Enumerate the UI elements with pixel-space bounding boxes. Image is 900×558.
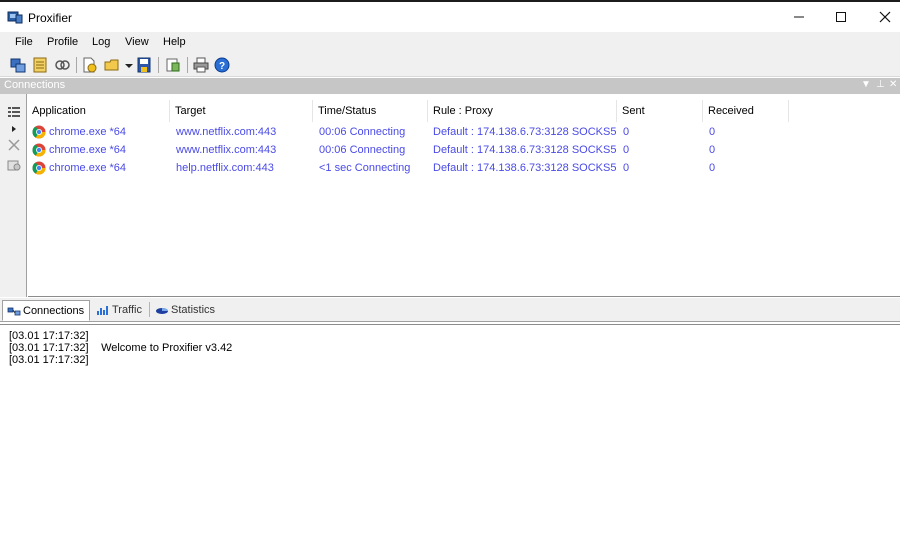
toolbar: ? bbox=[0, 53, 900, 77]
export-icon[interactable] bbox=[164, 56, 182, 74]
log-timestamp: [03.01 17:17:32] bbox=[9, 330, 89, 342]
proxification-rules-icon[interactable] bbox=[31, 56, 49, 74]
column-header-application[interactable]: Application bbox=[28, 100, 170, 122]
window-title: Proxifier bbox=[28, 11, 73, 25]
connections-table-header: Application Target Time/Status Rule : Pr… bbox=[28, 100, 900, 122]
log-line: [03.01 17:17:32] Welcome to Proxifier v3… bbox=[9, 342, 232, 354]
cell-rule-proxy: Default : 174.138.6.73:3128 SOCKS5 bbox=[433, 162, 617, 174]
new-profile-icon[interactable] bbox=[80, 56, 98, 74]
statistics-icon bbox=[156, 308, 168, 314]
proxy-servers-icon[interactable] bbox=[9, 56, 27, 74]
traffic-icon bbox=[97, 306, 108, 315]
cell-application: chrome.exe *64 bbox=[49, 162, 127, 174]
close-connection-icon[interactable] bbox=[6, 137, 22, 153]
log-line: [03.01 17:17:32] bbox=[9, 354, 98, 366]
panel-title: Connections bbox=[4, 79, 66, 91]
print-icon[interactable] bbox=[192, 56, 210, 74]
menu-profile[interactable]: Profile bbox=[47, 36, 78, 48]
cell-status: 00:06 Connecting bbox=[319, 126, 406, 138]
tab-traffic[interactable]: Traffic bbox=[92, 300, 148, 321]
svg-text:?: ? bbox=[219, 61, 225, 72]
connections-side-toolbar bbox=[0, 94, 27, 297]
open-profile-icon[interactable] bbox=[103, 56, 121, 74]
cell-status: 00:06 Connecting bbox=[319, 144, 406, 156]
column-header-target[interactable]: Target bbox=[171, 100, 313, 122]
connections-icon bbox=[7, 307, 21, 316]
tab-traffic-label: Traffic bbox=[112, 304, 142, 316]
cell-rule-proxy: Default : 174.138.6.73:3128 SOCKS5 bbox=[433, 144, 617, 156]
cell-rule-proxy: Default : 174.138.6.73:3128 SOCKS5 bbox=[433, 126, 617, 138]
column-header-rule-proxy[interactable]: Rule : Proxy bbox=[429, 100, 617, 122]
maximize-icon bbox=[836, 12, 846, 22]
cell-application: chrome.exe *64 bbox=[49, 126, 127, 138]
log-message: Welcome to Proxifier v3.42 bbox=[101, 342, 233, 354]
cell-received: 0 bbox=[709, 126, 716, 138]
panel-close-icon[interactable]: ✕ bbox=[889, 79, 897, 90]
maximize-button[interactable] bbox=[818, 4, 864, 32]
menu-help[interactable]: Help bbox=[163, 36, 186, 48]
menu-log[interactable]: Log bbox=[92, 36, 110, 48]
cell-sent: 0 bbox=[623, 162, 630, 174]
cell-target: help.netflix.com:443 bbox=[176, 162, 274, 174]
name-resolution-icon[interactable] bbox=[53, 56, 71, 74]
tab-statistics[interactable]: Statistics bbox=[151, 300, 221, 321]
tab-divider bbox=[149, 302, 150, 317]
connections-panel-header: Connections ▼ ⊥ ✕ bbox=[0, 78, 900, 94]
column-header-sent[interactable]: Sent bbox=[618, 100, 703, 122]
column-header-received[interactable]: Received bbox=[704, 100, 789, 122]
chrome-icon bbox=[32, 161, 46, 175]
menu-view[interactable]: View bbox=[125, 36, 149, 48]
toolbar-separator bbox=[187, 57, 188, 73]
log-timestamp: [03.01 17:17:32] bbox=[9, 342, 89, 354]
toolbar-separator bbox=[76, 57, 77, 73]
cell-sent: 0 bbox=[623, 144, 630, 156]
table-row[interactable]: chrome.exe *64 www.netflix.com:443 00:06… bbox=[28, 141, 900, 159]
table-row[interactable]: chrome.exe *64 help.netflix.com:443 <1 s… bbox=[28, 159, 900, 177]
menu-file[interactable]: File bbox=[15, 36, 33, 48]
help-icon[interactable]: ? bbox=[213, 56, 231, 74]
log-timestamp: [03.01 17:17:32] bbox=[9, 354, 89, 366]
cell-target: www.netflix.com:443 bbox=[176, 144, 277, 156]
save-profile-icon[interactable] bbox=[135, 56, 153, 74]
chrome-icon bbox=[32, 143, 46, 157]
log-panel[interactable]: [03.01 17:17:32] [03.01 17:17:32] Welcom… bbox=[0, 324, 900, 558]
cell-application: chrome.exe *64 bbox=[49, 144, 127, 156]
proxifier-app-icon bbox=[7, 11, 23, 24]
connection-details-icon[interactable] bbox=[6, 157, 22, 173]
minimize-icon bbox=[794, 16, 804, 18]
cell-received: 0 bbox=[709, 144, 716, 156]
bottom-tab-bar: Connections Traffic Statistics bbox=[0, 298, 900, 322]
cell-received: 0 bbox=[709, 162, 716, 174]
column-header-time-status[interactable]: Time/Status bbox=[314, 100, 428, 122]
toolbar-separator bbox=[158, 57, 159, 73]
title-bar: Proxifier bbox=[0, 2, 900, 32]
tab-connections-label: Connections bbox=[23, 305, 85, 317]
log-line: [03.01 17:17:32] bbox=[9, 330, 98, 342]
tab-statistics-label: Statistics bbox=[171, 304, 216, 316]
panel-dropdown-icon[interactable]: ▼ bbox=[861, 79, 871, 90]
cell-sent: 0 bbox=[623, 126, 630, 138]
table-row[interactable]: chrome.exe *64 www.netflix.com:443 00:06… bbox=[28, 123, 900, 141]
menu-bar: File Profile Log View Help bbox=[0, 32, 900, 53]
expand-arrow-icon[interactable] bbox=[6, 121, 22, 137]
close-icon bbox=[879, 11, 891, 23]
minimize-button[interactable] bbox=[776, 4, 822, 32]
cell-target: www.netflix.com:443 bbox=[176, 126, 277, 138]
chrome-icon bbox=[32, 125, 46, 139]
tab-connections[interactable]: Connections bbox=[2, 300, 90, 321]
panel-pin-icon[interactable]: ⊥ bbox=[876, 79, 885, 90]
connections-table: Application Target Time/Status Rule : Pr… bbox=[28, 100, 900, 297]
cell-status: <1 sec Connecting bbox=[319, 162, 411, 174]
list-view-icon[interactable] bbox=[6, 104, 22, 120]
close-button[interactable] bbox=[862, 4, 900, 32]
